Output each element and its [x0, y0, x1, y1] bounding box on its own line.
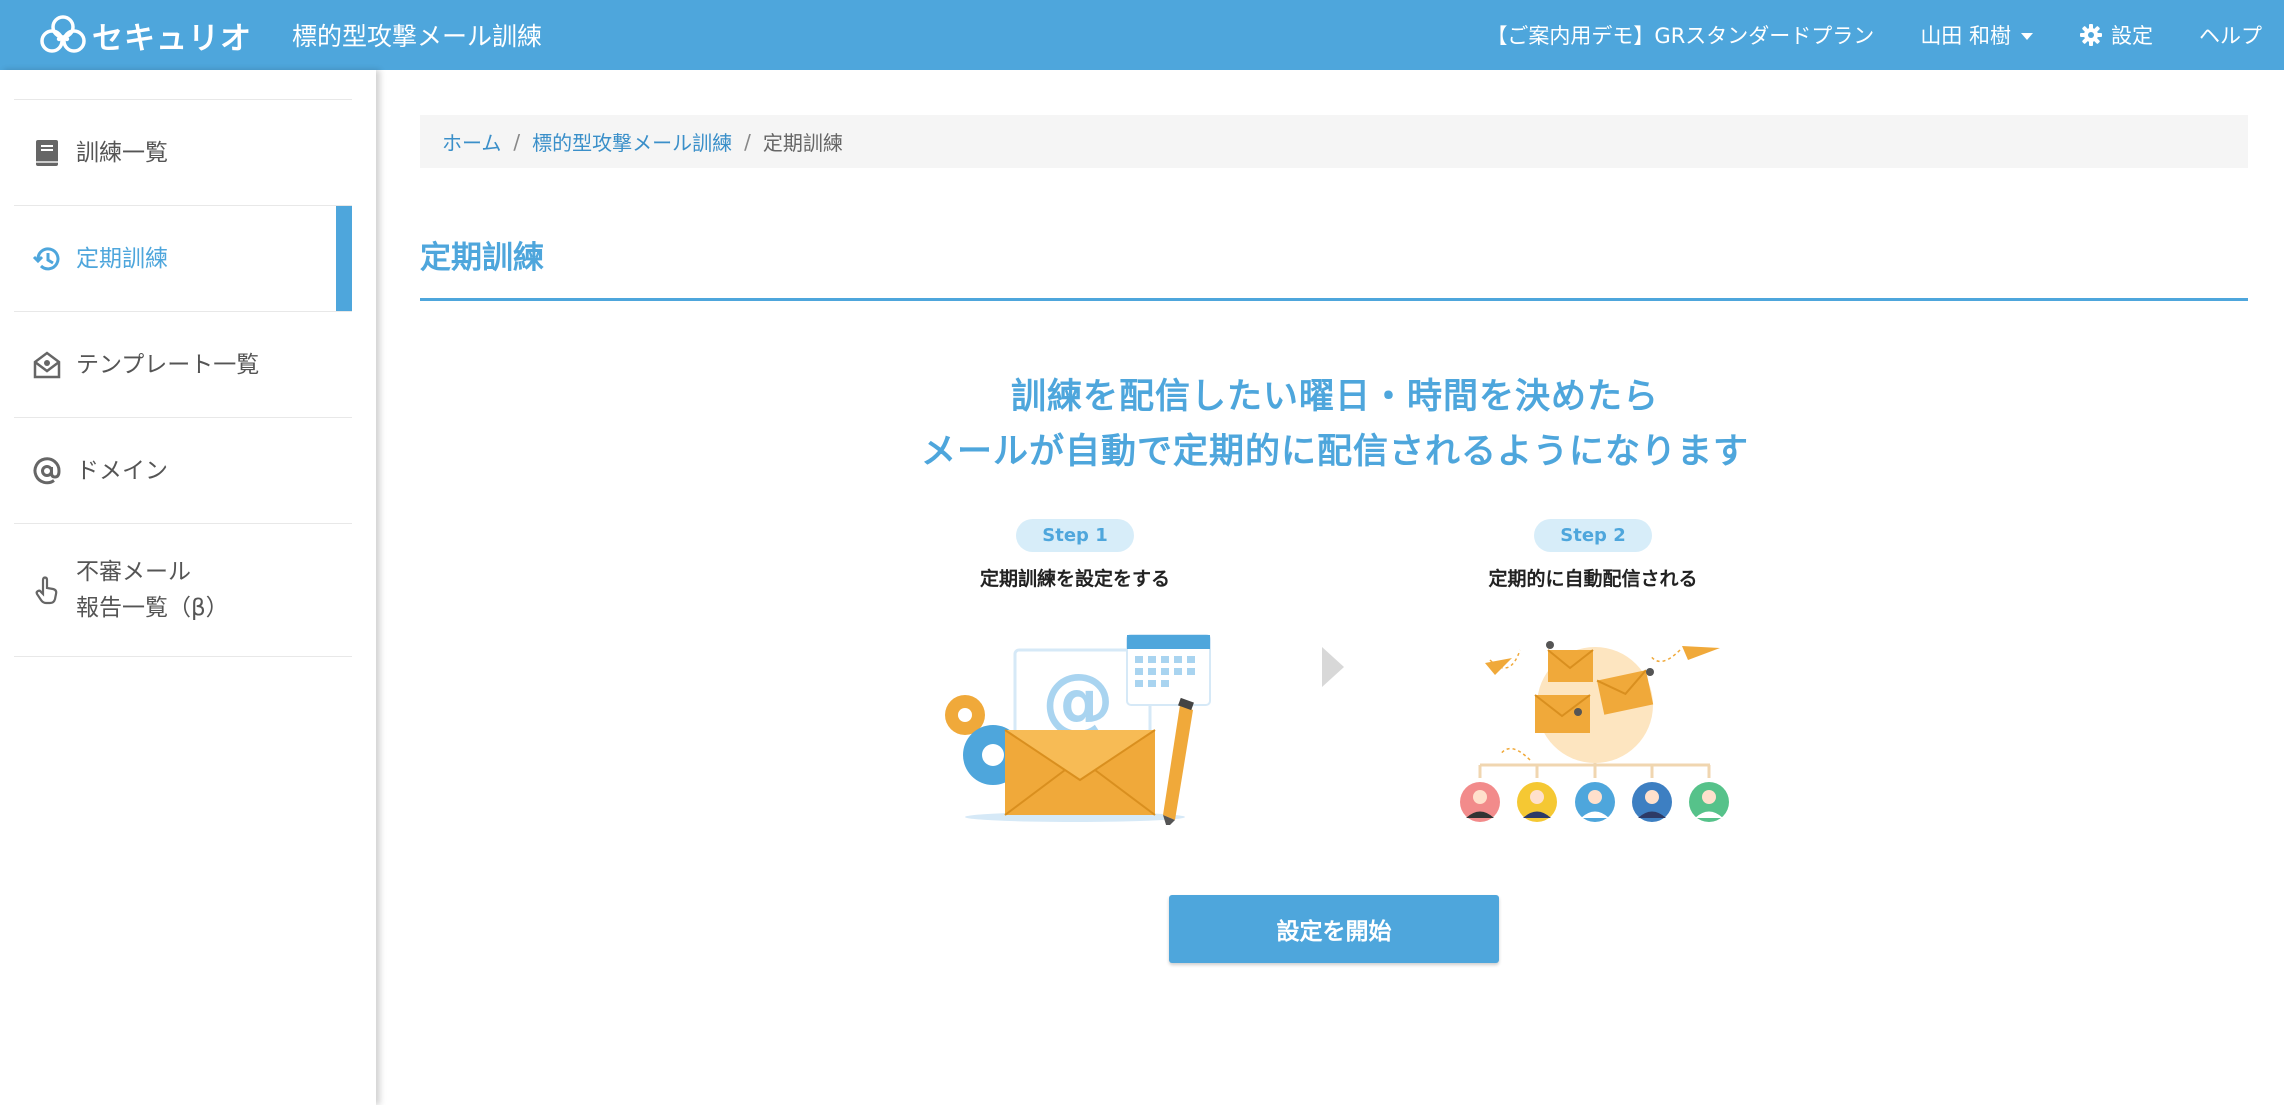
user-menu[interactable]: 山田 和樹 [1920, 20, 2033, 50]
sidebar-item-label: 定期訓練 [76, 245, 168, 272]
step-1: Step 1 定期訓練を設定をする [925, 519, 1225, 591]
breadcrumb-current: 定期訓練 [762, 131, 843, 155]
sidebar-item-label: 不審メール 報告一覧（β） [76, 559, 229, 621]
start-setup-button[interactable]: 設定を開始 [1169, 895, 1499, 963]
arrow-right-icon [1322, 647, 1344, 687]
help-link[interactable]: ヘルプ [2199, 20, 2262, 50]
breadcrumb-home[interactable]: ホーム [442, 127, 501, 156]
headline-line-1: 訓練を配信したい曜日・時間を決めたら [1010, 377, 1659, 417]
secureo-logo-icon [40, 15, 86, 53]
plan-label[interactable]: 【ご案内用デモ】GRスタンダードプラン [1486, 20, 1874, 50]
user-name: 山田 和樹 [1920, 24, 2011, 48]
logo-text: セキュリオ [92, 20, 252, 57]
sidebar-item-label: テンプレート一覧 [76, 351, 260, 378]
caret-down-icon [2021, 32, 2033, 40]
step-1-badge: Step 1 [1016, 519, 1134, 552]
step-1-text: 定期訓練を設定をする [979, 568, 1170, 590]
sidebar-item-scheduled-training[interactable]: 定期訓練 [14, 206, 352, 312]
breadcrumb-separator: / [744, 129, 751, 154]
top-navbar: セキュリオ 標的型攻撃メール訓練 【ご案内用デモ】GRスタンダードプラン 山田 … [0, 0, 2284, 70]
pencil-icon [1163, 697, 1194, 825]
email-settings-illustration: @ [945, 634, 1211, 825]
at-symbol: @ [1042, 658, 1114, 742]
sidebar-item-training-list[interactable]: 訓練一覧 [14, 100, 352, 206]
calendar-icon [1126, 634, 1211, 706]
sidebar: 訓練一覧 定期訓練 テンプレート一覧 ドメイン 不審メール 報告一覧（β） [0, 70, 376, 1105]
page-title: 定期訓練 [420, 240, 544, 276]
sidebar-item-label: 訓練一覧 [76, 139, 168, 166]
person-avatar-icon [1460, 782, 1729, 822]
step-2: Step 2 定期的に自動配信される [1443, 519, 1743, 591]
breadcrumb-separator: / [513, 129, 521, 154]
envelope-icon [1004, 729, 1156, 816]
envelope-open-icon [33, 350, 61, 378]
sidebar-item-suspicious-mail-reports[interactable]: 不審メール 報告一覧（β） [14, 524, 352, 657]
history-icon [32, 246, 60, 270]
gear-icon [2080, 24, 2102, 46]
settings-link[interactable]: 設定 [2079, 20, 2153, 50]
book-icon [36, 139, 58, 166]
hand-pointer-icon [35, 576, 58, 605]
step-2-text: 定期的に自動配信される [1488, 568, 1698, 590]
sidebar-item-domain[interactable]: ドメイン [14, 418, 352, 524]
settings-label: 設定 [2111, 24, 2153, 48]
app-title[interactable]: 標的型攻撃メール訓練 [292, 17, 542, 53]
title-divider [420, 298, 2248, 301]
breadcrumb: ホーム / 標的型攻撃メール訓練 / 定期訓練 [420, 115, 2248, 168]
sidebar-item-templates[interactable]: テンプレート一覧 [14, 312, 352, 418]
auto-delivery-illustration [1460, 641, 1729, 822]
sidebar-menu: 訓練一覧 定期訓練 テンプレート一覧 ドメイン 不審メール 報告一覧（β） [14, 99, 352, 657]
sidebar-item-label: ドメイン [76, 457, 168, 484]
headline-line-2: メールが自動で定期的に配信されるようになります [920, 432, 1749, 472]
step-2-badge: Step 2 [1534, 519, 1652, 552]
breadcrumb-parent[interactable]: 標的型攻撃メール訓練 [532, 127, 732, 156]
headline: 訓練を配信したい曜日・時間を決めたら メールが自動で定期的に配信されるようになり… [820, 370, 1850, 480]
logo[interactable]: セキュリオ [38, 13, 252, 58]
at-icon [33, 456, 61, 484]
